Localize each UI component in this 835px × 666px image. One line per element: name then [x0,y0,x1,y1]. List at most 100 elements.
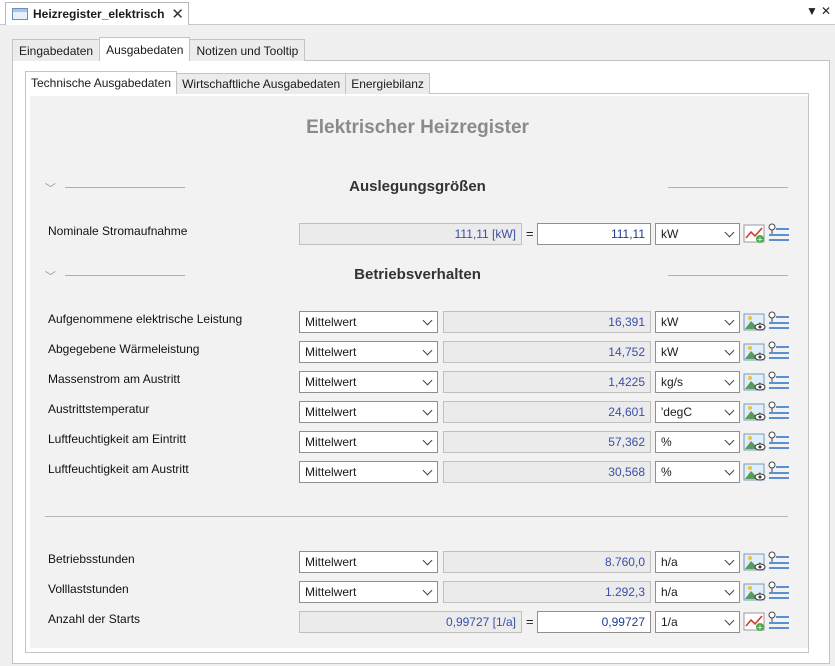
row-label: Nominale Stromaufnahme [48,224,188,238]
unit-select[interactable]: % [655,431,740,453]
output-value: 30,568 [443,461,651,483]
pin-list-icon[interactable] [767,340,789,362]
line-chart-add-icon[interactable]: + [743,610,767,632]
unit-select[interactable]: h/a [655,581,740,603]
row-label: Betriebsstunden [48,552,135,566]
unit-select-value: h/a [661,555,678,569]
inner-tab-bar: Technische Ausgabedaten Wirtschaftliche … [25,71,430,94]
unit-select[interactable]: % [655,461,740,483]
chevron-down-icon [724,315,735,326]
tab-energiebilanz[interactable]: Energiebilanz [345,73,430,94]
unit-select-value: h/a [661,585,678,599]
landscape-eye-icon[interactable] [743,370,767,392]
close-panel-icon[interactable]: ✕ [821,4,831,18]
landscape-eye-icon[interactable] [743,430,767,452]
aggregation-select-value: Mittelwert [305,375,357,389]
svg-text:+: + [757,235,764,244]
chevron-down-icon [724,405,735,416]
row-label: Volllaststunden [48,582,129,596]
unit-select[interactable]: 1/a [655,611,740,633]
chevron-down-icon [724,375,735,386]
pin-list-icon[interactable] [767,430,789,452]
aggregation-select[interactable]: Mittelwert [299,401,438,423]
chevron-down-icon [724,585,735,596]
pin-list-icon[interactable] [767,310,789,332]
document-tab-bar: Heizregister_elektrisch ✕ ▼ ✕ [0,0,835,25]
aggregation-select-value: Mittelwert [305,585,357,599]
unit-select[interactable]: kW [655,311,740,333]
tab-notizen[interactable]: Notizen und Tooltip [189,39,306,61]
row-label: Anzahl der Starts [48,612,141,626]
tab-technische-ausgabedaten[interactable]: Technische Ausgabedaten [25,71,178,94]
pin-list-icon[interactable] [767,400,789,422]
chevron-down-icon [422,555,433,566]
aggregation-select-value: Mittelwert [305,435,357,449]
landscape-eye-icon[interactable] [743,400,767,422]
aggregation-select[interactable]: Mittelwert [299,551,438,573]
aggregation-select[interactable]: Mittelwert [299,341,438,363]
unit-select-value: kg/s [661,375,684,389]
row-label: Abgegebene Wärmeleistung [48,342,200,356]
tab-eingabedaten[interactable]: Eingabedaten [12,39,101,61]
unit-select-value: kW [661,227,679,241]
pin-list-icon[interactable] [767,460,789,482]
aggregation-select[interactable]: Mittelwert [299,431,438,453]
chevron-down-icon [724,555,735,566]
value-input[interactable]: 111,11 [537,223,651,245]
svg-text:+: + [757,623,764,632]
landscape-eye-icon[interactable] [743,310,767,332]
chevron-down-icon [422,405,433,416]
divider [668,187,788,188]
chevron-down-icon [724,465,735,476]
aggregation-select-value: Mittelwert [305,345,357,359]
document-tab[interactable]: Heizregister_elektrisch ✕ [5,2,189,25]
landscape-eye-icon[interactable] [743,340,767,362]
chevron-down-icon [422,345,433,356]
aggregation-select[interactable]: Mittelwert [299,311,438,333]
aggregation-select[interactable]: Mittelwert [299,371,438,393]
unit-select[interactable]: h/a [655,551,740,573]
output-value: 1,4225 [443,371,651,393]
dropdown-menu-icon[interactable]: ▼ [806,4,818,18]
unit-select-value: % [661,465,672,479]
output-value: 16,391 [443,311,651,333]
pin-list-icon[interactable] [767,550,789,572]
chevron-down-icon [422,375,433,386]
aggregation-select-value: Mittelwert [305,465,357,479]
tab-wirtschaftliche-ausgabedaten[interactable]: Wirtschaftliche Ausgabedaten [176,73,347,94]
value-input[interactable]: 0,99727 [537,611,651,633]
aggregation-select[interactable]: Mittelwert [299,581,438,603]
pin-list-icon[interactable] [767,580,789,602]
computed-value: 111,11 [kW] [299,223,522,245]
landscape-eye-icon[interactable] [743,580,767,602]
output-value: 57,362 [443,431,651,453]
pin-list-icon[interactable] [767,610,789,632]
unit-select-value: 'degC [661,405,692,419]
landscape-eye-icon[interactable] [743,460,767,482]
section-auslegung: ﹀ Auslegungsgrößen [0,178,835,198]
landscape-eye-icon[interactable] [743,550,767,572]
pin-list-icon[interactable] [767,222,789,244]
window-icon [12,8,28,20]
pin-list-icon[interactable] [767,370,789,392]
output-value: 8.760,0 [443,551,651,573]
equals-sign: = [526,226,534,241]
chevron-down-icon [724,615,735,626]
chevron-down-icon [422,465,433,476]
unit-select[interactable]: 'degC [655,401,740,423]
chevron-down-icon [422,315,433,326]
outer-tab-bar: Eingabedaten Ausgabedaten Notizen und To… [12,37,306,61]
tab-ausgabedaten[interactable]: Ausgabedaten [99,37,191,61]
chevron-down-icon [724,345,735,356]
unit-select[interactable]: kW [655,341,740,363]
close-icon[interactable]: ✕ [171,5,184,23]
aggregation-select[interactable]: Mittelwert [299,461,438,483]
chevron-down-icon [724,435,735,446]
unit-select[interactable]: kg/s [655,371,740,393]
document-tab-title: Heizregister_elektrisch [33,7,165,21]
unit-select[interactable]: kW [655,223,740,245]
chevron-down-icon [422,435,433,446]
line-chart-add-icon[interactable]: + [743,222,767,244]
aggregation-select-value: Mittelwert [305,405,357,419]
output-value: 14,752 [443,341,651,363]
